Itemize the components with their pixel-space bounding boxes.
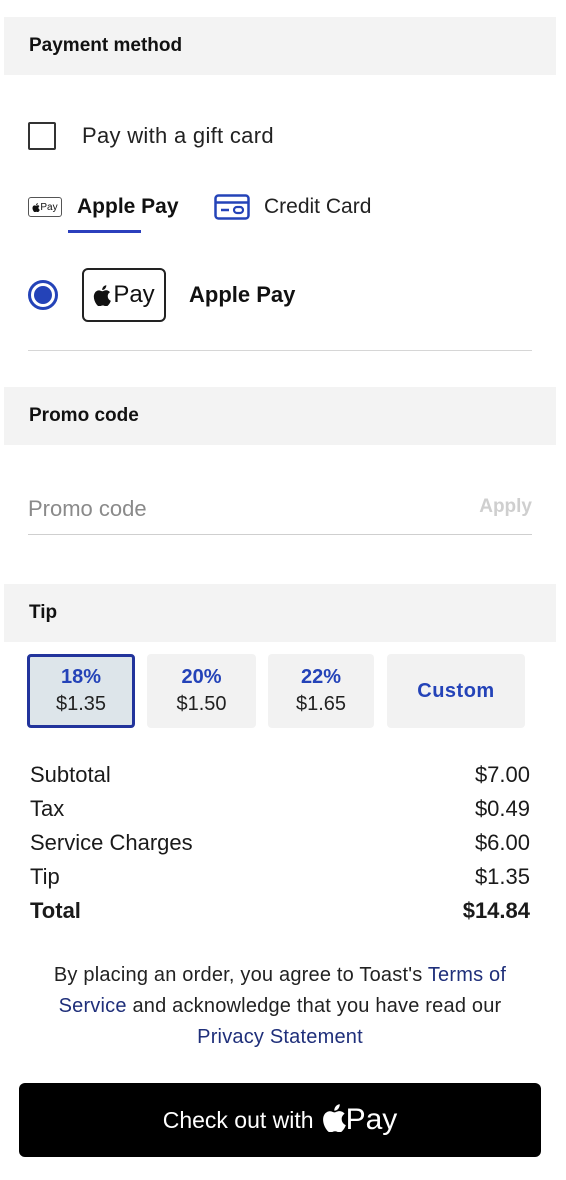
tip-percent: 20%	[181, 666, 222, 688]
gift-card-label: Pay with a gift card	[82, 123, 274, 148]
summary-value: $7.00	[474, 762, 530, 787]
payment-method-header: Payment method	[4, 17, 556, 75]
apple-logo-icon	[32, 202, 41, 212]
summary-row-tip: Tip $1.35	[30, 864, 530, 898]
checkout-pay-text: Pay	[345, 1103, 398, 1136]
tip-option-custom[interactable]: Custom	[387, 654, 525, 728]
promo-code-header: Promo code	[4, 387, 556, 445]
apply-button[interactable]: Apply	[479, 496, 532, 518]
tab-credit-card-label: Credit Card	[264, 195, 372, 218]
apple-pay-badge-text: Pay	[113, 281, 155, 308]
gift-card-option[interactable]: Pay with a gift card	[28, 122, 274, 150]
apple-logo-icon	[322, 1104, 346, 1133]
summary-row-tax: Tax $0.49	[30, 796, 530, 830]
summary-value: $1.35	[474, 864, 530, 889]
apple-pay-radio[interactable]	[28, 280, 58, 310]
apple-pay-method[interactable]: Pay Apple Pay	[28, 268, 295, 322]
summary-value: $6.00	[474, 830, 530, 855]
summary-row-subtotal: Subtotal $7.00	[30, 762, 530, 796]
apple-pay-logo: Pay	[322, 1103, 398, 1137]
tab-apple-pay-label: Apple Pay	[77, 195, 179, 218]
promo-code-input[interactable]	[28, 486, 448, 532]
legal-text: By placing an order, you agree to Toast'…	[50, 960, 510, 1053]
checkout-apple-pay-button[interactable]: Check out with Pay	[19, 1083, 541, 1157]
summary-row-total: Total $14.84	[30, 898, 530, 932]
tip-option-20[interactable]: 20% $1.50	[147, 654, 256, 728]
total-label: Total	[30, 898, 81, 923]
apple-logo-icon	[94, 284, 112, 306]
apple-pay-method-label: Apple Pay	[189, 282, 296, 307]
divider	[28, 350, 532, 351]
summary-row-service-charges: Service Charges $6.00	[30, 830, 530, 864]
tip-amount: $1.65	[295, 693, 347, 715]
apple-pay-icon: Pay	[28, 197, 62, 217]
active-tab-indicator	[68, 230, 141, 233]
tip-amount: $1.50	[176, 693, 227, 715]
credit-card-icon	[214, 194, 250, 220]
tip-option-18[interactable]: 18% $1.35	[27, 654, 135, 728]
tip-amount: $1.35	[55, 693, 107, 715]
tab-credit-card[interactable]: Credit Card	[214, 180, 371, 234]
tip-title: Tip	[29, 602, 58, 623]
total-value: $14.84	[462, 898, 530, 923]
promo-code-row: Apply	[28, 486, 532, 535]
tip-percent: 18%	[60, 666, 102, 688]
payment-tabs: Pay Apple Pay Credit Card	[28, 180, 532, 236]
tip-percent: 22%	[300, 666, 342, 688]
tab-apple-pay[interactable]: Pay Apple Pay	[28, 180, 179, 234]
apple-pay-mini-text: Pay	[40, 201, 58, 213]
summary-label: Tax	[30, 796, 65, 821]
payment-method-title: Payment method	[29, 35, 183, 56]
privacy-statement-link[interactable]: Privacy Statement	[197, 1026, 363, 1048]
legal-prefix: By placing an order, you agree to Toast'…	[53, 964, 423, 986]
summary-value: $0.49	[474, 796, 530, 821]
summary-label: Service Charges	[30, 830, 193, 855]
summary-label: Subtotal	[30, 762, 111, 787]
order-summary: Subtotal $7.00 Tax $0.49 Service Charges…	[30, 762, 530, 932]
radio-selected-dot	[34, 286, 52, 304]
tip-option-22[interactable]: 22% $1.65	[268, 654, 374, 728]
legal-middle: and acknowledge that you have read our	[132, 995, 502, 1017]
apple-pay-badge: Pay	[82, 268, 166, 322]
summary-label: Tip	[30, 864, 60, 889]
gift-card-checkbox[interactable]	[28, 122, 56, 150]
tip-header: Tip	[4, 584, 556, 642]
checkout-label: Check out with	[162, 1106, 314, 1133]
tip-custom-label: Custom	[417, 679, 495, 702]
promo-code-title: Promo code	[29, 405, 139, 426]
